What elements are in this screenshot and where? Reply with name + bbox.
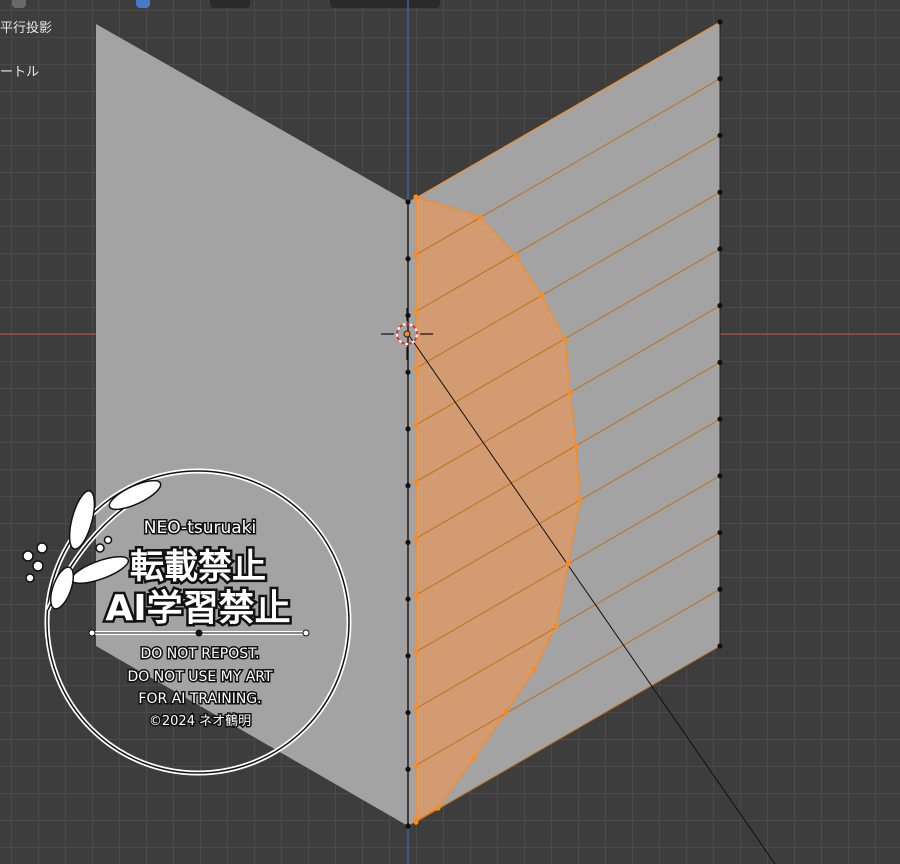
selected-vertex[interactable]	[413, 194, 419, 200]
spine-vertex[interactable]	[405, 369, 411, 375]
selected-vertex[interactable]	[531, 667, 537, 673]
selected-vertex[interactable]	[413, 535, 419, 541]
selected-vertex[interactable]	[413, 762, 419, 768]
watermark-en-2: DO NOT USE MY ART	[127, 669, 273, 685]
selected-vertex[interactable]	[435, 805, 441, 811]
spine-vertex[interactable]	[405, 483, 411, 489]
outer-vertex[interactable]	[717, 529, 723, 536]
spine-vertex[interactable]	[405, 596, 411, 602]
spine-vertex[interactable]	[405, 312, 411, 319]
selected-vertex[interactable]	[553, 623, 559, 629]
watermark-jp-1: 転載禁止	[130, 547, 266, 587]
selected-vertex[interactable]	[477, 214, 483, 220]
outer-vertex[interactable]	[717, 76, 723, 82]
selected-vertex[interactable]	[503, 709, 509, 715]
spine-vertex[interactable]	[405, 256, 411, 262]
selected-vertex[interactable]	[567, 389, 573, 395]
selected-vertex[interactable]	[413, 817, 419, 823]
outer-vertex[interactable]	[717, 19, 723, 25]
outer-vertex[interactable]	[717, 303, 723, 309]
selected-vertex[interactable]	[577, 497, 583, 503]
watermark-copyright: ©2024 ネオ鶴明	[149, 713, 251, 729]
selected-vertex[interactable]	[565, 561, 571, 567]
watermark-en-1: DO NOT REPOST.	[140, 646, 259, 662]
selected-vertex[interactable]	[539, 293, 545, 299]
spine-vertex[interactable]	[405, 653, 411, 659]
outer-vertex[interactable]	[717, 132, 723, 139]
outer-vertex[interactable]	[717, 473, 723, 479]
scene-canvas[interactable]: NEO-tsuruaki 転載禁止 AI学習禁止 DO NOT REPOST. …	[0, 0, 900, 864]
selected-vertex[interactable]	[413, 422, 419, 428]
watermark-stamp: NEO-tsuruaki 転載禁止 AI学習禁止 DO NOT REPOST. …	[22, 468, 352, 776]
spine-vertex[interactable]	[405, 766, 411, 772]
watermark-name: NEO-tsuruaki	[144, 518, 257, 538]
outer-vertex[interactable]	[717, 359, 723, 365]
selected-vertex[interactable]	[413, 308, 419, 315]
selected-vertex[interactable]	[413, 365, 419, 371]
outer-vertex[interactable]	[717, 643, 723, 649]
spine-vertex[interactable]	[405, 709, 411, 716]
selected-vertex[interactable]	[413, 479, 419, 485]
watermark-en-3: FOR AI TRAINING.	[138, 691, 261, 707]
selected-vertex[interactable]	[513, 253, 519, 259]
outer-vertex[interactable]	[717, 586, 723, 592]
selected-vertex[interactable]	[573, 443, 579, 449]
spine-vertex[interactable]	[405, 426, 411, 432]
selected-vertex[interactable]	[562, 337, 568, 343]
selected-vertex[interactable]	[413, 705, 419, 712]
selected-vertex[interactable]	[413, 592, 419, 598]
selected-vertex[interactable]	[471, 755, 477, 761]
outer-vertex[interactable]	[717, 189, 723, 195]
selected-vertex[interactable]	[413, 252, 419, 258]
watermark-jp-2: AI学習禁止	[105, 587, 290, 629]
outer-vertex[interactable]	[717, 246, 723, 252]
spine-vertex[interactable]	[405, 823, 411, 829]
selected-vertex[interactable]	[413, 649, 419, 655]
spine-vertex[interactable]	[405, 539, 411, 545]
spine-vertex[interactable]	[405, 199, 411, 205]
outer-vertex[interactable]	[717, 416, 723, 422]
